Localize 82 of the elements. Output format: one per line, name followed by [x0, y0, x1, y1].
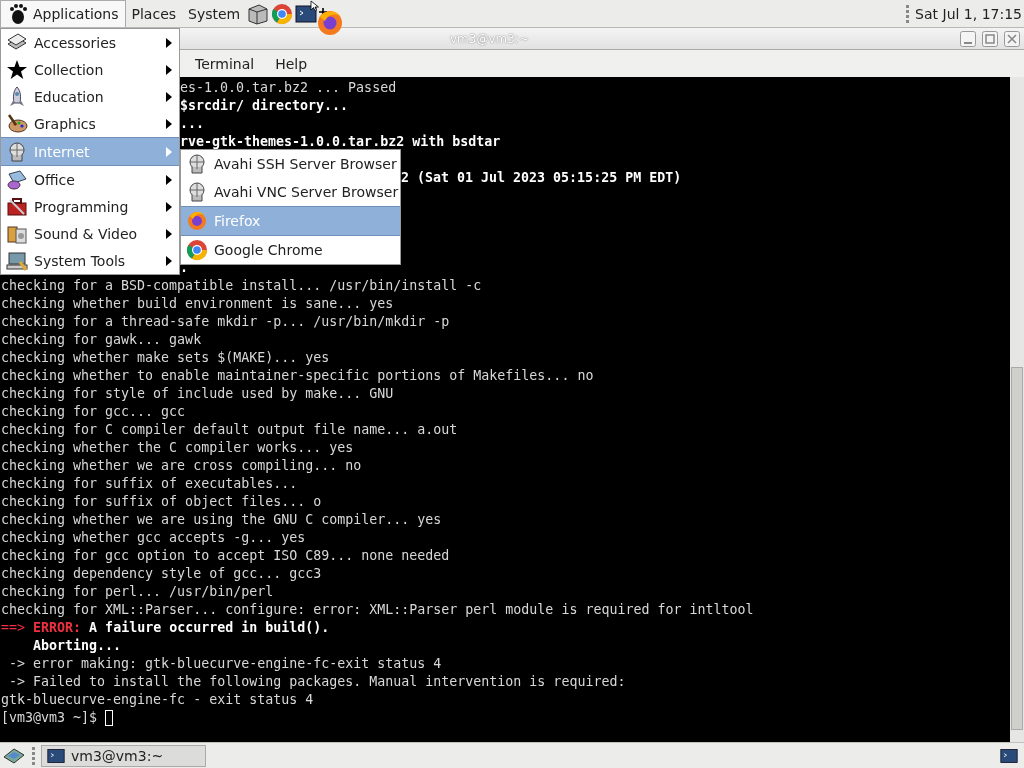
terminal-line: checking for gcc... gcc: [1, 403, 186, 421]
wheel-icon[interactable]: [271, 2, 294, 25]
clock[interactable]: Sat Jul 1, 17:15: [915, 5, 1024, 22]
submenu-arrow-icon: [165, 254, 173, 267]
minimize-button[interactable]: [960, 30, 976, 47]
submenu-arrow-icon: [165, 145, 173, 158]
terminal-icon: [47, 746, 65, 765]
menu-item[interactable]: Avahi SSH Server Browser: [181, 150, 400, 178]
foot-icon: [7, 3, 29, 25]
submenu-arrow-icon: [165, 90, 173, 103]
cabinet-icon[interactable]: [247, 2, 270, 25]
menu-item[interactable]: Help: [275, 55, 308, 72]
terminal-line: -> error making: gtk-bluecurve-engine-fc-exit status 4: [8, 655, 442, 673]
plus-icon: [319, 8, 327, 16]
fox-icon: [186, 210, 208, 232]
menu-item[interactable]: Education: [1, 83, 179, 110]
scrollbar[interactable]: [1010, 77, 1024, 742]
scrollbar-thumb[interactable]: [1011, 367, 1023, 730]
terminal-line: checking for gcc option to accept ISO C89... none needed: [1, 547, 450, 565]
terminal-line: checking whether build environment is sane... yes: [1, 295, 394, 313]
terminal-line: checking whether the C compiler works... yes: [1, 439, 354, 457]
terminal-line: ==> ERROR: A failure occurred in build().: [1, 619, 330, 637]
fox-icon: [316, 9, 344, 37]
menu-item[interactable]: Programming: [1, 193, 179, 220]
terminal-line: gtk-bluecurve-engine-fc - exit status 4: [1, 691, 314, 709]
pointer-icon: [310, 0, 320, 12]
terminal-line: -> Failed to install the following packages. Manual intervention is required:: [8, 673, 626, 691]
submenu-arrow-icon: [165, 63, 173, 76]
panel-menu[interactable]: System: [182, 0, 247, 27]
menu-item[interactable]: Graphics: [1, 110, 179, 137]
panel-handle[interactable]: [906, 4, 910, 23]
terminal-icon[interactable]: [295, 2, 318, 25]
menu-item[interactable]: Accessories: [1, 29, 179, 56]
terminal-line: checking for style of include used by make... GNU: [1, 385, 394, 403]
wheel-icon: [186, 239, 208, 261]
submenu-arrow-icon: [165, 173, 173, 186]
network-icon: [6, 140, 28, 163]
network-icon: [186, 153, 208, 175]
submenu-arrow-icon: [165, 117, 173, 130]
terminal-line: checking for suffix of object files... o: [1, 493, 322, 511]
terminal-line: Aborting...: [32, 637, 122, 655]
terminal-line: checking whether we are cross compiling... no: [1, 457, 362, 475]
terminal-line: $srcdir/ directory...: [180, 97, 349, 115]
panel-menu[interactable]: Applications: [0, 0, 126, 27]
terminal-line: checking for suffix of executables...: [1, 475, 298, 493]
terminal-line: rve-gtk-themes-1.0.0.tar.bz2 with bsdtar: [180, 133, 501, 151]
terminal-line: 2 (Sat 01 Jul 2023 05:15:25 PM EDT): [401, 169, 682, 187]
terminal-line: checking whether we are using the GNU C compiler... yes: [1, 511, 442, 529]
terminal-line: checking for XML::Parser... configure: error: XML::Parser perl module is required for intltool: [1, 601, 754, 619]
palette-icon: [6, 112, 28, 135]
terminal-icon: [1000, 746, 1018, 765]
terminal-line: checking dependency style of gcc... gcc3: [1, 565, 322, 583]
terminal-line: checking whether gcc accepts -g... yes: [1, 529, 306, 547]
panel-menu[interactable]: Places: [125, 0, 183, 27]
terminal-line: checking whether make sets $(MAKE)... yes: [1, 349, 330, 367]
star-icon: [6, 58, 28, 81]
taskbar-button[interactable]: vm3@vm3:~: [41, 744, 206, 767]
terminal-line: checking whether to enable maintainer-specific portions of Makefiles... no: [1, 367, 594, 385]
maximize-button[interactable]: [982, 30, 998, 47]
submenu-arrow-icon: [165, 36, 173, 49]
terminal-line: checking for C compiler default output file name... a.out: [1, 421, 458, 439]
submenu-arrow-icon: [165, 200, 173, 213]
menu-item[interactable]: Collection: [1, 56, 179, 83]
panel-handle[interactable]: [32, 746, 35, 765]
terminal-line: checking for perl... /usr/bin/perl: [1, 583, 274, 601]
menu-item[interactable]: Avahi VNC Server Browser: [181, 178, 400, 206]
toolbox-icon: [6, 195, 28, 218]
terminal-line: [vm3@vm3 ~]$: [1, 709, 98, 727]
terminal-line: es-1.0.0.tar.bz2 ... Passed: [180, 79, 397, 97]
terminal-line: ...: [180, 115, 205, 133]
close-button[interactable]: [1004, 30, 1020, 47]
document-icon: [6, 168, 28, 191]
network-icon: [186, 181, 208, 203]
menu-item[interactable]: Sound & Video: [1, 220, 179, 247]
menu-item[interactable]: Office: [1, 166, 179, 193]
terminal-line: checking for a BSD-compatible install... /usr/bin/install -c: [1, 277, 482, 295]
submenu-arrow-icon: [165, 227, 173, 240]
terminal-line: checking for gawk... gawk: [1, 331, 202, 349]
computer-icon: [6, 249, 28, 272]
menu-item[interactable]: Terminal: [195, 55, 255, 72]
menu-item[interactable]: System Tools: [1, 247, 179, 274]
terminal-line: checking for a thread-safe mkdir -p... /usr/bin/mkdir -p: [1, 313, 450, 331]
